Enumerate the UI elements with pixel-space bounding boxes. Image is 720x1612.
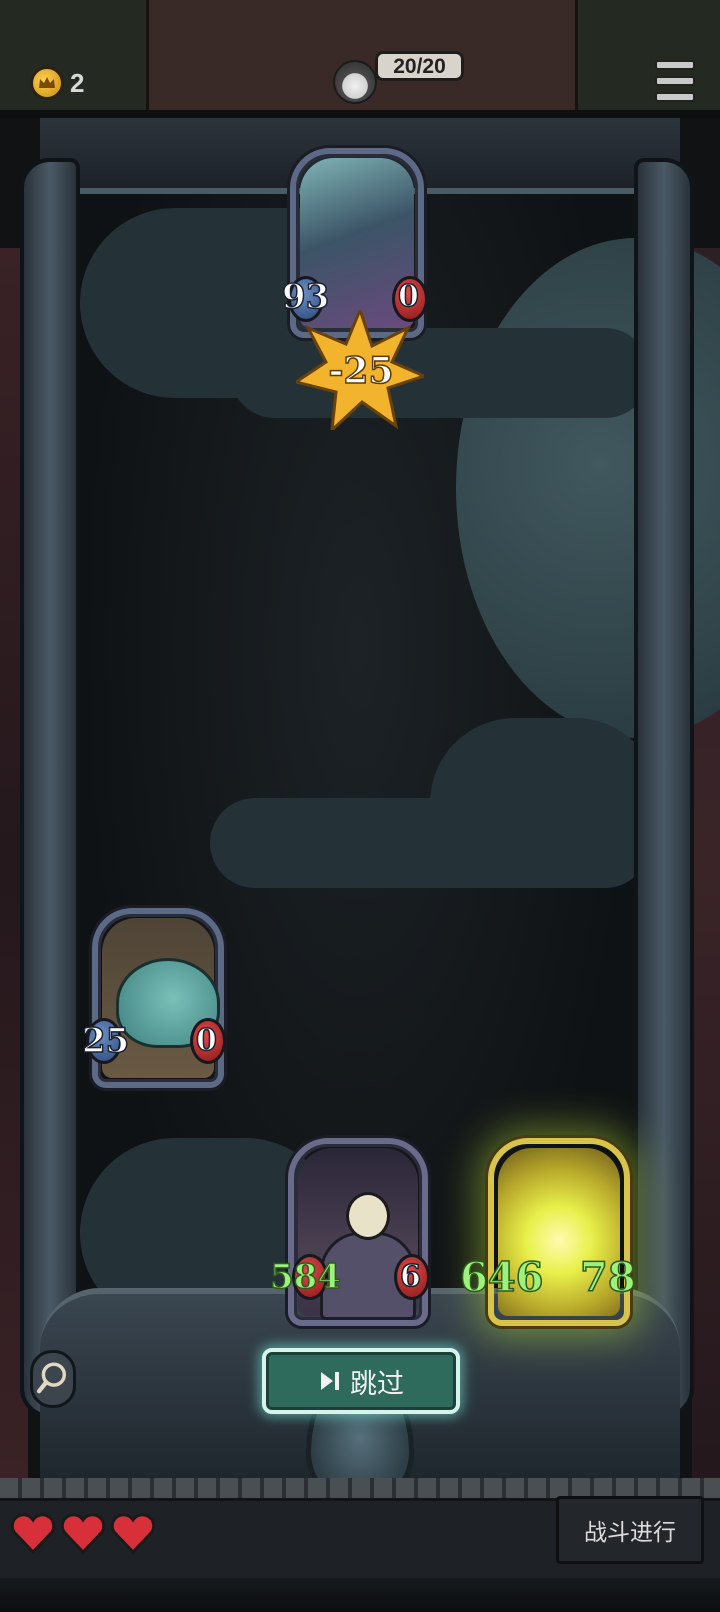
beast-health: 0: [195, 1023, 217, 1058]
reaper-skull: [346, 1192, 390, 1240]
battle-status-button[interactable]: 战斗进行: [556, 1496, 704, 1564]
skip-button[interactable]: 跳过: [262, 1348, 460, 1414]
damage-popup: -25: [328, 349, 395, 393]
menu-bar: [655, 60, 695, 70]
glowing-card-health: 78: [579, 1254, 636, 1301]
beast-attack: 25: [81, 1021, 130, 1061]
enemy-health: 0: [397, 279, 419, 314]
menu-bar: [655, 92, 695, 102]
skip-icon: [321, 1372, 339, 1390]
hero-avatar[interactable]: [333, 60, 377, 104]
battle-arena: -25 93 0 25 0 584 6 646 78 跳过: [0, 118, 720, 1478]
menu-icon[interactable]: [655, 60, 695, 102]
frame-right: [634, 158, 694, 1418]
heart-icon: [110, 1513, 156, 1554]
cloud: [430, 718, 660, 888]
cloud: [230, 328, 650, 418]
frame-left: [20, 158, 80, 1418]
reaper-health: 6: [399, 1259, 421, 1294]
coin-count: 2: [70, 68, 85, 98]
coin-icon: [30, 66, 64, 100]
heart-icon: [10, 1513, 56, 1554]
magnifier-icon: [36, 1362, 67, 1394]
glowing-card-attack: 646: [459, 1254, 544, 1301]
skip-label: 跳过: [350, 1368, 404, 1400]
heart-icon: [60, 1513, 106, 1554]
footer-ground: [0, 1578, 720, 1612]
lives: [10, 1512, 156, 1554]
top-bar: 2 20/20: [0, 0, 720, 120]
enemy-attack: 93: [281, 277, 330, 317]
hero-hp: 20/20: [375, 51, 464, 81]
reaper-attack: 584: [269, 1257, 341, 1297]
inspect-button[interactable]: [30, 1350, 76, 1408]
footer: 战斗进行: [0, 1478, 720, 1612]
menu-bar: [655, 76, 695, 86]
